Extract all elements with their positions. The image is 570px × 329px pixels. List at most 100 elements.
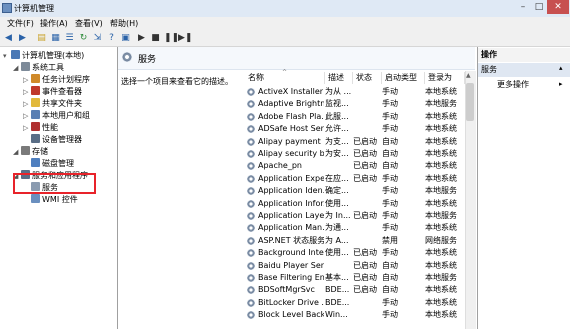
back-icon[interactable]: ◀ bbox=[3, 33, 14, 44]
expand-arrow-icon[interactable]: ◢ bbox=[13, 62, 21, 74]
minimize-icon[interactable]: – bbox=[515, 0, 531, 14]
service-gear-icon bbox=[247, 162, 255, 171]
table-row[interactable]: Block Level Back...Win... 手动 本地系统 bbox=[245, 309, 465, 321]
tree-item-label: 性能 bbox=[42, 123, 58, 132]
table-row[interactable]: Base Filtering En...基本... 已启动自动 本地服务 bbox=[245, 272, 465, 284]
table-row[interactable]: Application Expe...在应... 已启动手动 本地系统 bbox=[245, 173, 465, 185]
service-startup-type: 手动 bbox=[382, 297, 398, 307]
tools-icon bbox=[21, 62, 30, 71]
menu-action[interactable]: 操作(A) bbox=[37, 17, 71, 31]
restart-service-icon[interactable]: ▶❚ bbox=[178, 33, 192, 44]
service-startup-type: 手动 bbox=[382, 211, 398, 220]
start-service-icon[interactable]: ▶ bbox=[136, 33, 147, 44]
column-status[interactable]: 状态 bbox=[353, 72, 382, 84]
clock-icon bbox=[31, 74, 40, 83]
wmi-icon bbox=[31, 194, 40, 203]
service-status: 已启动 bbox=[353, 161, 377, 171]
table-row[interactable]: BitLocker Drive ... BDE... 手动 本地系统 bbox=[245, 297, 465, 309]
table-row[interactable]: Baidu Player Ser... 已启动 自动 本地系统 bbox=[245, 260, 465, 272]
service-logon: 本地系统 bbox=[425, 223, 457, 233]
up-folder-icon[interactable]: ▤ bbox=[36, 33, 47, 44]
table-row[interactable]: ASP.NET 状态服务为 A... 禁用 网络服务 bbox=[245, 235, 465, 247]
scroll-thumb[interactable] bbox=[466, 83, 474, 121]
table-row[interactable]: Adaptive Brightne...监视... 手动 本地服务 bbox=[245, 98, 465, 110]
table-row[interactable]: Background Inte...使用... 已启动手动 本地系统 bbox=[245, 247, 465, 259]
table-row[interactable]: BDSoftMgrSvc BDE... 已启动 自动 本地系统 bbox=[245, 284, 465, 296]
menu-file[interactable]: 文件(F) bbox=[4, 17, 37, 31]
export-icon[interactable]: ⇲ bbox=[92, 33, 103, 44]
service-description: 为通... bbox=[325, 223, 349, 233]
service-logon: 本地系统 bbox=[425, 161, 457, 171]
expand-arrow-icon[interactable]: ▾ bbox=[3, 50, 11, 62]
scroll-up-icon[interactable]: ▲ bbox=[466, 72, 471, 79]
table-row[interactable]: Application Laye...为 In...已启动手动 本地服务 bbox=[245, 210, 465, 222]
tree-item[interactable]: ▷ 任务计划程序 bbox=[0, 74, 117, 86]
menu-view[interactable]: 查看(V) bbox=[72, 17, 106, 31]
show-tree-icon[interactable]: ▦ bbox=[50, 33, 61, 44]
expand-arrow-icon[interactable]: ▷ bbox=[23, 110, 31, 122]
tree-item[interactable]: 设备管理器 bbox=[0, 134, 117, 146]
table-row[interactable]: ActiveX Installer ...为从 ... 手动 本地系统 bbox=[245, 86, 465, 98]
service-gear-icon bbox=[247, 88, 255, 96]
tree-item[interactable]: ▷ 本地用户和组 bbox=[0, 110, 117, 122]
more-actions-link[interactable]: 更多操作 bbox=[497, 79, 529, 90]
event-icon bbox=[31, 86, 40, 95]
service-name: Baidu Player Ser... bbox=[258, 260, 324, 270]
tree-item[interactable]: ◢ 系统工具 bbox=[0, 62, 117, 74]
refresh-icon[interactable]: ↻ bbox=[78, 33, 89, 44]
service-status: 已启动 bbox=[353, 285, 377, 295]
service-status: 已启动 bbox=[353, 173, 377, 183]
tree-item[interactable]: ◢ 存储 bbox=[0, 146, 117, 158]
tree-item[interactable]: ▷ 性能 bbox=[0, 122, 117, 134]
column-description[interactable]: 描述 bbox=[325, 72, 353, 84]
table-row[interactable]: Application Iden... 确定... 手动 本地服务 bbox=[245, 185, 465, 197]
tree-item[interactable]: WMI 控件 bbox=[0, 194, 117, 206]
list-icon[interactable]: ☰ bbox=[64, 33, 75, 44]
collapse-icon[interactable]: ▴ bbox=[559, 64, 563, 72]
service-gear-icon bbox=[247, 236, 255, 245]
menu-help[interactable]: 帮助(H) bbox=[107, 17, 141, 31]
service-startup-type: 禁用 bbox=[382, 235, 398, 245]
service-logon: 本地系统 bbox=[425, 248, 457, 258]
pause-service-icon[interactable]: ❚❚ bbox=[164, 33, 179, 44]
table-row[interactable]: Adobe Flash Pla... 此服... 手动 本地系统 bbox=[245, 111, 465, 123]
service-logon: 本地服务 bbox=[425, 186, 457, 196]
column-logon-as[interactable]: 登录为 bbox=[425, 72, 465, 84]
actions-section-services[interactable]: 服务 bbox=[478, 63, 570, 77]
tree-item[interactable]: ▷ 事件查看器 bbox=[0, 86, 117, 98]
service-gear-icon bbox=[247, 286, 255, 295]
expand-arrow-icon[interactable]: ▷ bbox=[23, 86, 31, 98]
service-logon: 本地系统 bbox=[425, 285, 457, 295]
help-icon[interactable]: ? bbox=[106, 33, 117, 44]
expand-arrow-icon[interactable]: ▷ bbox=[23, 122, 31, 134]
performance-icon bbox=[31, 122, 40, 131]
close-icon[interactable]: ✕ bbox=[547, 0, 569, 14]
table-row[interactable]: Application Man... 为通... 手动 本地系统 bbox=[245, 222, 465, 234]
tree-item[interactable]: ▷ 共享文件夹 bbox=[0, 98, 117, 110]
service-description: 基本... bbox=[325, 273, 349, 282]
expand-arrow-icon[interactable]: ▷ bbox=[23, 74, 31, 86]
service-name: Application Laye... bbox=[258, 211, 324, 220]
table-row[interactable]: ADSafe Host Ser... 允许... 手动 本地系统 bbox=[245, 123, 465, 135]
service-logon: 本地系统 bbox=[425, 87, 457, 96]
properties-icon[interactable]: ▣ bbox=[120, 33, 131, 44]
table-row[interactable]: Application Infor... 使用... 手动 本地系统 bbox=[245, 198, 465, 210]
expand-arrow-icon[interactable]: ▷ bbox=[23, 98, 31, 110]
service-description: 为 A... bbox=[325, 235, 349, 245]
more-arrow-icon[interactable]: ▸ bbox=[559, 80, 563, 88]
tree-item[interactable]: 磁盘管理 bbox=[0, 158, 117, 170]
service-description: 确定... bbox=[325, 186, 349, 196]
stop-service-icon[interactable]: ■ bbox=[150, 33, 161, 44]
table-row[interactable]: Alipay payment ... 为支... 已启动 自动 本地系统 bbox=[245, 136, 465, 148]
tree-item[interactable]: ▾ 计算机管理(本地) bbox=[0, 50, 117, 62]
forward-icon[interactable]: ▶ bbox=[17, 33, 28, 44]
table-row[interactable]: Apache_pn 已启动 自动 本地系统 bbox=[245, 160, 465, 172]
maximize-icon[interactable]: □ bbox=[531, 0, 547, 14]
device-icon bbox=[31, 134, 40, 143]
service-name: Base Filtering En... bbox=[258, 273, 324, 282]
expand-arrow-icon[interactable]: ◢ bbox=[13, 146, 21, 158]
table-row[interactable]: Alipay security b...为安... 已启动自动 本地系统 bbox=[245, 148, 465, 160]
service-startup-type: 手动 bbox=[382, 223, 398, 233]
service-name: Application Infor... bbox=[258, 198, 324, 208]
column-startup-type[interactable]: 启动类型 bbox=[382, 72, 425, 84]
